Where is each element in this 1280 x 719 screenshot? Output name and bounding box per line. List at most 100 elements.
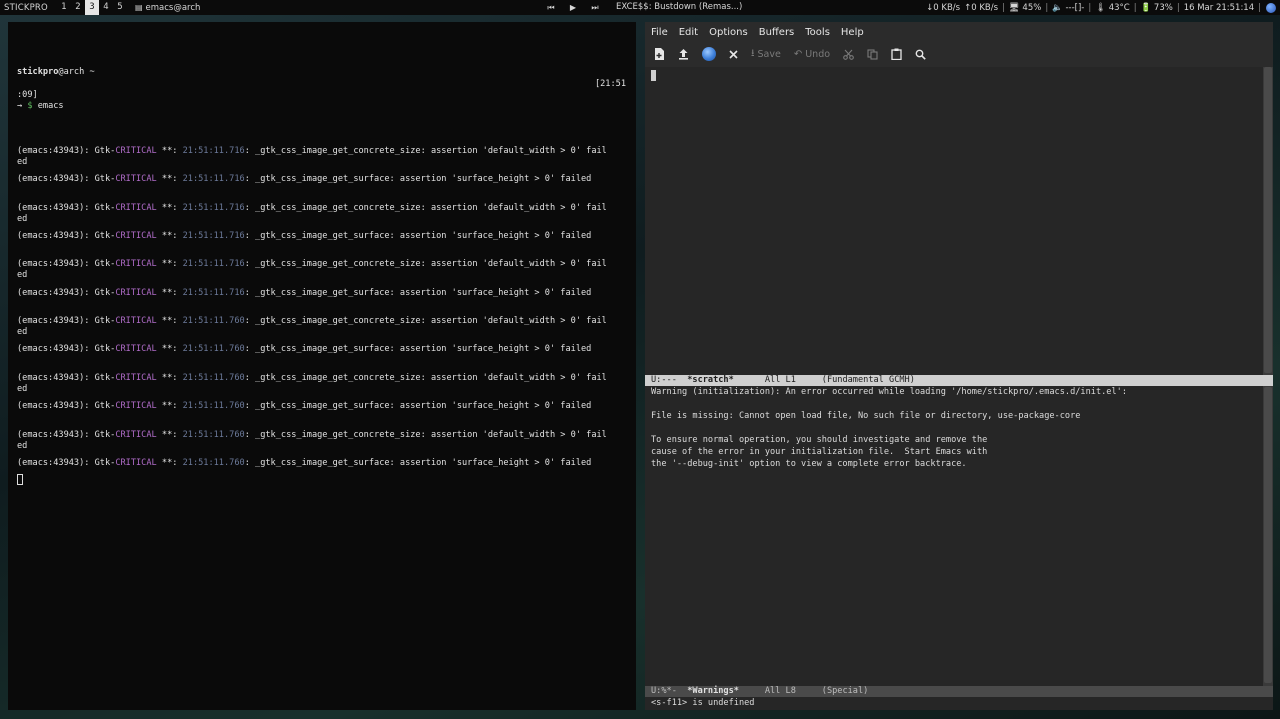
modeline-mode[interactable]: (Special) — [822, 686, 869, 696]
modeline-buffer-name[interactable]: *Warnings* — [687, 686, 739, 696]
error-pid: (emacs:43943): Gtk- — [17, 373, 116, 383]
emacs-toolbar: ⭳ Save ↶ Undo — [645, 43, 1273, 65]
scrollbar-thumb[interactable] — [1264, 67, 1272, 373]
menu-buffers[interactable]: Buffers — [759, 27, 795, 38]
scratch-scrollbar[interactable] — [1263, 67, 1273, 375]
menu-tools[interactable]: Tools — [805, 27, 830, 38]
minibuffer[interactable]: <s-f11> is undefined — [645, 697, 1273, 710]
warnings-buffer[interactable]: Warning (initialization): An error occur… — [645, 386, 1263, 686]
terminal-window[interactable]: stickpro@arch ~ [21:51 :09] → $ emacs (e… — [8, 22, 636, 710]
error-message: : _gtk_css_image_get_concrete_size: asse… — [244, 373, 607, 383]
close-icon[interactable] — [729, 46, 738, 62]
error-time: 21:51:11.760 — [182, 458, 245, 468]
open-file-icon[interactable] — [678, 46, 689, 62]
error-stars: **: — [156, 231, 183, 241]
error-time: 21:51:11.716 — [182, 174, 245, 184]
search-icon[interactable] — [915, 46, 926, 62]
prompt-host: @arch ~ — [58, 67, 95, 77]
globe-icon[interactable] — [702, 46, 716, 62]
modeline-scratch[interactable]: U:--- *scratch* All L1 (Fundamental GCMH… — [645, 375, 1273, 386]
modeline-position: All L1 — [733, 375, 822, 385]
scissors-icon[interactable] — [843, 46, 854, 62]
error-time: 21:51:11.760 — [182, 401, 245, 411]
error-line: (emacs:43943): Gtk-CRITICAL **: 21:51:11… — [17, 174, 591, 185]
copy-icon[interactable] — [867, 46, 878, 62]
window-title-text: emacs@arch — [145, 2, 201, 13]
new-file-icon[interactable] — [654, 46, 665, 62]
error-line: (emacs:43943): Gtk-CRITICAL **: 21:51:11… — [17, 259, 607, 270]
temperature: 🌡 43°C — [1095, 2, 1130, 13]
error-message: : _gtk_css_image_get_surface: assertion … — [244, 231, 592, 241]
separator: | — [1133, 2, 1137, 13]
error-level: CRITICAL — [115, 316, 157, 326]
error-message: : _gtk_css_image_get_surface: assertion … — [244, 174, 592, 184]
save-label: Save — [757, 48, 781, 60]
focused-window-title: ▤ emacs@arch — [135, 3, 200, 13]
undo-button[interactable]: ↶ Undo — [794, 46, 830, 62]
error-pid: (emacs:43943): Gtk- — [17, 146, 116, 156]
emacs-window[interactable]: File Edit Options Buffers Tools Help ⭳ S… — [645, 22, 1273, 710]
next-track-icon[interactable]: ⏭ — [584, 3, 606, 13]
error-time: 21:51:11.716 — [182, 259, 245, 269]
error-time: 21:51:11.716 — [182, 288, 245, 298]
battery-indicator: 🔋 73% — [1140, 2, 1173, 13]
menu-options[interactable]: Options — [709, 27, 748, 38]
terminal-cursor — [17, 474, 23, 485]
workspace-2[interactable]: 2 — [71, 0, 85, 15]
error-message: : _gtk_css_image_get_surface: assertion … — [244, 288, 592, 298]
tray-app-icon[interactable] — [1266, 2, 1276, 13]
scratch-buffer[interactable] — [645, 67, 1263, 375]
error-time: 21:51:11.760 — [182, 316, 245, 326]
modeline-state: U:--- — [651, 375, 688, 385]
error-stars: **: — [156, 316, 183, 326]
error-message: : _gtk_css_image_get_concrete_size: asse… — [244, 146, 607, 156]
modeline-buffer-name[interactable]: *scratch* — [687, 375, 734, 385]
error-time: 21:51:11.760 — [182, 373, 245, 383]
net-down: ↓0 KB/s — [926, 2, 961, 13]
error-stars: **: — [156, 430, 183, 440]
error-level: CRITICAL — [115, 146, 157, 156]
workspace-3-active[interactable]: 3 — [84, 0, 99, 15]
workspace-5[interactable]: 5 — [113, 0, 127, 15]
previous-track-icon[interactable]: ⏮ — [540, 3, 562, 13]
error-line: (emacs:43943): Gtk-CRITICAL **: 21:51:11… — [17, 430, 607, 441]
error-level: CRITICAL — [115, 288, 157, 298]
now-playing: EXCE$$: Bustdown (Remas...) — [616, 2, 743, 12]
scrollbar-thumb[interactable] — [1264, 387, 1272, 683]
modeline-mode[interactable]: (Fundamental GCMH) — [822, 375, 915, 385]
separator: | — [1258, 2, 1261, 13]
menu-help[interactable]: Help — [841, 27, 864, 38]
error-message: : _gtk_css_image_get_concrete_size: asse… — [244, 316, 607, 326]
status-bar-left: STICKPRO 1 2 3 4 5 ▤ emacs@arch — [4, 0, 200, 15]
warnings-scrollbar[interactable] — [1263, 386, 1273, 686]
net-up: ↑0 KB/s — [964, 2, 999, 13]
error-line-wrap: ed — [17, 384, 28, 394]
media-controls: ⏮ ▶ ⏭ — [540, 0, 606, 15]
error-message: : _gtk_css_image_get_surface: assertion … — [244, 344, 592, 354]
prompt-time-b: :09] — [17, 90, 38, 100]
command-line: → $ emacs — [17, 101, 64, 112]
modeline-state: U:%*- — [651, 686, 688, 696]
modeline-warnings[interactable]: U:%*- *Warnings* All L8 (Special) — [645, 686, 1273, 697]
separator: | — [1002, 2, 1005, 13]
error-pid: (emacs:43943): Gtk- — [17, 174, 116, 184]
save-button[interactable]: ⭳ Save — [751, 46, 781, 62]
error-stars: **: — [156, 174, 183, 184]
menu-edit[interactable]: Edit — [679, 27, 698, 38]
play-icon[interactable]: ▶ — [562, 3, 584, 12]
volume-indicator[interactable]: 🔈 ---[]- — [1052, 3, 1084, 13]
separator: | — [1045, 2, 1049, 13]
error-time: 21:51:11.716 — [182, 203, 245, 213]
menu-file[interactable]: File — [651, 27, 668, 38]
workspace-4[interactable]: 4 — [99, 0, 113, 15]
error-level: CRITICAL — [115, 373, 157, 383]
warning-line: To ensure normal operation, you should i… — [651, 435, 988, 445]
status-bar-right: ↓0 KB/s ↑0 KB/s | 🖥 45% | 🔈 ---[]- | 🌡 4… — [922, 0, 1276, 15]
error-level: CRITICAL — [115, 259, 157, 269]
workspace-1[interactable]: 1 — [57, 0, 71, 15]
error-message: : _gtk_css_image_get_surface: assertion … — [244, 458, 592, 468]
error-line: (emacs:43943): Gtk-CRITICAL **: 21:51:11… — [17, 373, 607, 384]
error-message: : _gtk_css_image_get_concrete_size: asse… — [244, 259, 607, 269]
paste-icon[interactable] — [891, 46, 902, 62]
error-message: : _gtk_css_image_get_concrete_size: asse… — [244, 430, 607, 440]
